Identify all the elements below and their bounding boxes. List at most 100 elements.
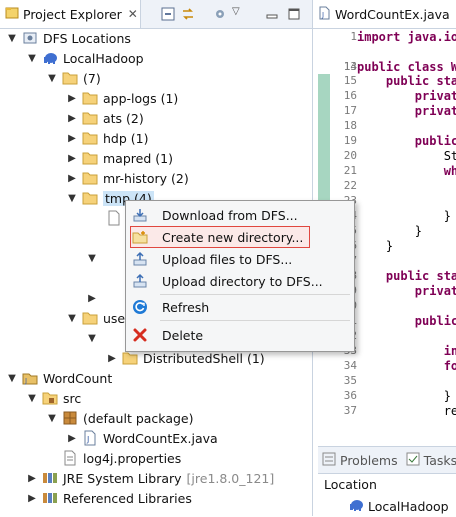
project-explorer-tab[interactable]: Project Explorer ✕ xyxy=(0,0,141,28)
folder-icon xyxy=(82,170,98,186)
menu-item-label: Upload files to DFS... xyxy=(162,251,293,267)
menu-item-delete[interactable]: Delete xyxy=(126,324,354,346)
tree-item-hidden-folder[interactable]: ▼ xyxy=(86,248,98,268)
tree-item-hidden-folder[interactable]: ▼ xyxy=(86,328,98,348)
menu-item-refresh[interactable]: Refresh xyxy=(126,296,354,318)
line-number: 36 xyxy=(343,389,357,402)
expanded-arrow-icon[interactable]: ▼ xyxy=(66,192,78,204)
code-line: public sta xyxy=(357,74,456,88)
tree-item-referenced-libraries[interactable]: ▶ Referenced Libraries xyxy=(26,488,192,508)
collapsed-arrow-icon[interactable]: ▶ xyxy=(106,352,118,364)
menu-item-upload-files-to-dfs[interactable]: Upload files to DFS... xyxy=(126,248,354,270)
code-line: } xyxy=(357,389,451,403)
svg-text:J: J xyxy=(86,435,89,444)
line-number: 16 xyxy=(343,89,357,102)
expanded-arrow-icon[interactable]: ▼ xyxy=(46,412,58,424)
tree-item-label: app-logs (1) xyxy=(103,90,179,106)
upload-file-icon xyxy=(132,251,148,267)
tab-problems[interactable]: Problems xyxy=(322,452,398,469)
upload-folder-icon xyxy=(132,273,148,289)
expanded-arrow-icon[interactable]: ▼ xyxy=(86,332,98,344)
project-explorer-tab-label: Project Explorer xyxy=(23,6,122,22)
collapsed-arrow-icon[interactable]: ▶ xyxy=(66,92,78,104)
collapsed-arrow-icon[interactable]: ▶ xyxy=(26,492,38,504)
tree-item-localhadoop[interactable]: ▼ LocalHadoop xyxy=(26,48,143,68)
editor-tab-label: WordCountEx.java xyxy=(335,6,450,22)
tree-item-mr-history[interactable]: ▶ mr-history (2) xyxy=(66,168,189,188)
tree-item-root-folder[interactable]: ▼ (7) xyxy=(46,68,101,88)
menu-item-create-new-directory[interactable]: Create new directory... xyxy=(130,226,310,248)
tree-item-dfs-locations[interactable]: ▼ DFS Locations xyxy=(6,28,131,48)
tree-item-label: hdp (1) xyxy=(103,130,149,146)
collapsed-arrow-icon[interactable]: ▶ xyxy=(66,172,78,184)
collapse-all-icon[interactable] xyxy=(160,6,176,22)
folder-icon xyxy=(82,150,98,166)
expanded-arrow-icon[interactable]: ▼ xyxy=(6,32,18,44)
tree-item-hidden-folder[interactable]: ▶ xyxy=(86,288,98,308)
expanded-arrow-icon[interactable]: ▼ xyxy=(86,252,98,264)
tree-item-user[interactable]: ▼ use xyxy=(66,308,125,328)
dfs-locations-icon xyxy=(22,30,38,46)
tree-item-default-package[interactable]: ▼ (default package) xyxy=(46,408,193,428)
collapsed-arrow-icon[interactable]: ▶ xyxy=(26,472,38,484)
menu-item-download-from-dfs[interactable]: Download from DFS... xyxy=(126,204,354,226)
tree-item-log4j-properties[interactable]: log4j.properties xyxy=(58,448,181,468)
tree-item-jre-system-library[interactable]: ▶ JRE System Library [jre1.8.0_121] xyxy=(26,468,274,488)
code-line: } xyxy=(357,224,423,238)
filters-icon[interactable] xyxy=(212,6,228,22)
tree-item-hidden-file[interactable] xyxy=(102,208,122,228)
tree-item-app-logs[interactable]: ▶ app-logs (1) xyxy=(66,88,178,108)
tree-item-ats[interactable]: ▶ ats (2) xyxy=(66,108,144,128)
collapsed-arrow-icon[interactable]: ▶ xyxy=(66,432,78,444)
link-with-editor-icon[interactable] xyxy=(180,6,196,22)
context-menu: Download from DFS... Create new director… xyxy=(125,200,355,352)
tree-item-label: DistributedShell (1) xyxy=(143,350,265,366)
refresh-icon xyxy=(132,299,148,315)
line-number: 19 xyxy=(343,134,357,147)
minimize-icon[interactable] xyxy=(264,6,280,22)
library-icon xyxy=(42,470,58,486)
tree-item-label: JRE System Library xyxy=(63,470,182,486)
menu-item-label: Create new directory... xyxy=(162,229,304,245)
menu-item-label: Refresh xyxy=(162,299,210,315)
line-number: 14 xyxy=(343,60,357,73)
tree-item-mapred[interactable]: ▶ mapred (1) xyxy=(66,148,173,168)
view-menu-icon[interactable]: ▽ xyxy=(232,6,248,22)
svg-text:J: J xyxy=(24,377,27,385)
collapsed-arrow-icon[interactable]: ▶ xyxy=(66,152,78,164)
tree-item-label: (7) xyxy=(83,70,101,86)
location-row[interactable]: LocalHadoop xyxy=(348,497,449,516)
expanded-arrow-icon[interactable]: ▼ xyxy=(6,372,18,384)
tree-item-label: log4j.properties xyxy=(83,450,182,466)
new-folder-icon xyxy=(132,229,148,245)
maximize-icon[interactable] xyxy=(286,6,302,22)
expanded-arrow-icon[interactable]: ▼ xyxy=(26,392,38,404)
tree-item-label: WordCountEx.java xyxy=(103,430,218,446)
java-project-icon: J xyxy=(22,370,38,386)
collapsed-arrow-icon[interactable]: ▶ xyxy=(86,292,98,304)
close-icon[interactable]: ✕ xyxy=(128,7,138,21)
editor-tab-wordcountex[interactable]: J WordCountEx.java xyxy=(313,0,456,28)
code-line: fo xyxy=(357,359,456,373)
collapsed-arrow-icon[interactable]: ▶ xyxy=(66,112,78,124)
bottom-panel: Problems Tasks Location LocalHadoop xyxy=(318,446,456,517)
code-line: public xyxy=(357,134,456,148)
expanded-arrow-icon[interactable]: ▼ xyxy=(66,312,78,324)
code-line: import java.io xyxy=(357,30,456,44)
location-column-header[interactable]: Location xyxy=(324,477,377,492)
collapsed-arrow-icon[interactable]: ▶ xyxy=(66,132,78,144)
bottom-panel-tabbar: Problems Tasks xyxy=(318,447,456,474)
jre-version-label: [jre1.8.0_121] xyxy=(186,470,275,486)
tree-item-hdp[interactable]: ▶ hdp (1) xyxy=(66,128,148,148)
tree-item-wordcount[interactable]: ▼ J WordCount xyxy=(6,368,112,388)
menu-item-upload-directory-to-dfs[interactable]: Upload directory to DFS... xyxy=(126,270,354,292)
tree-item-label: mr-history (2) xyxy=(103,170,189,186)
tree-item-wordcountex-java[interactable]: ▶ J WordCountEx.java xyxy=(66,428,218,448)
line-number: 20 xyxy=(343,149,357,162)
tree-item-src[interactable]: ▼ src xyxy=(26,388,81,408)
tree-item-label: mapred (1) xyxy=(103,150,173,166)
code-line: in xyxy=(357,344,456,358)
tab-tasks[interactable]: Tasks xyxy=(406,452,456,469)
expanded-arrow-icon[interactable]: ▼ xyxy=(26,52,38,64)
expanded-arrow-icon[interactable]: ▼ xyxy=(46,72,58,84)
